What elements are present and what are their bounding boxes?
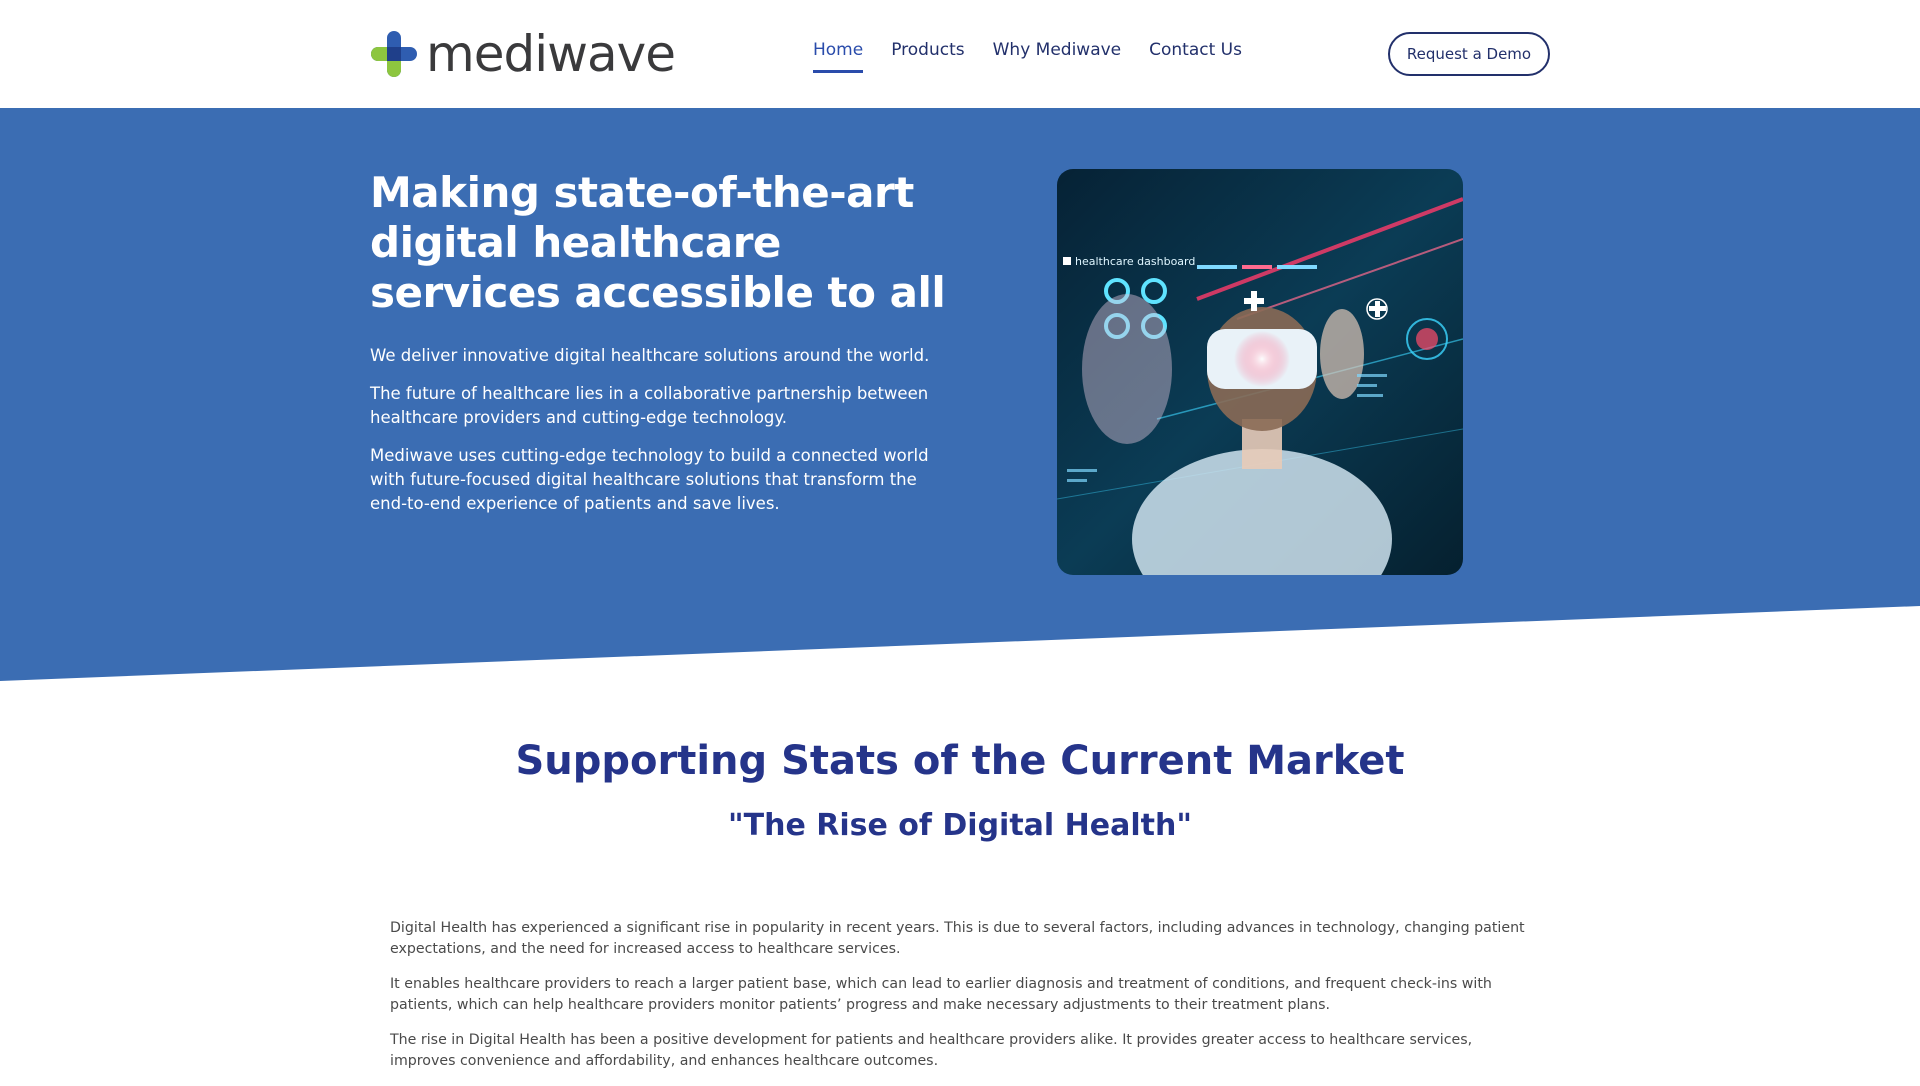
nav-products[interactable]: Products xyxy=(891,40,964,73)
hero-image-doctor-vr: healthcare dashboard xyxy=(1057,169,1463,575)
hero-paragraph: We deliver innovative digital healthcare… xyxy=(370,346,930,365)
hero-paragraph: Mediwave uses cutting-edge technology to… xyxy=(370,446,929,513)
stats-section-title: Supporting Stats of the Current Market xyxy=(515,738,1405,784)
stats-paragraph: The rise in Digital Health has been a po… xyxy=(390,1032,1473,1069)
stats-section-subtitle: "The Rise of Digital Health" xyxy=(728,808,1192,843)
hero-paragraph: The future of healthcare lies in a colla… xyxy=(370,384,929,427)
nav-why-mediwave[interactable]: Why Mediwave xyxy=(993,40,1122,73)
brand-name: mediwave xyxy=(426,25,676,83)
brand-logo[interactable]: mediwave xyxy=(370,25,676,83)
stats-paragraph: It enables healthcare providers to reach… xyxy=(390,976,1492,1013)
medical-cross-logo-icon xyxy=(371,31,417,77)
main-nav: Home Products Why Mediwave Contact Us xyxy=(813,40,1270,73)
hero-content: Making state-of-the-art digital healthca… xyxy=(370,168,950,530)
image-caption: healthcare dashboard xyxy=(1075,255,1195,268)
hero-background xyxy=(0,108,1920,681)
site-header: mediwave Home Products Why Mediwave Cont… xyxy=(0,0,1920,108)
nav-contact-us[interactable]: Contact Us xyxy=(1149,40,1242,73)
stats-paragraph: Digital Health has experienced a signifi… xyxy=(390,920,1525,957)
hero-title: Making state-of-the-art digital healthca… xyxy=(370,168,946,317)
stats-body: Digital Health has experienced a signifi… xyxy=(390,918,1530,1086)
request-demo-button[interactable]: Request a Demo xyxy=(1388,32,1550,76)
nav-home[interactable]: Home xyxy=(813,40,864,73)
